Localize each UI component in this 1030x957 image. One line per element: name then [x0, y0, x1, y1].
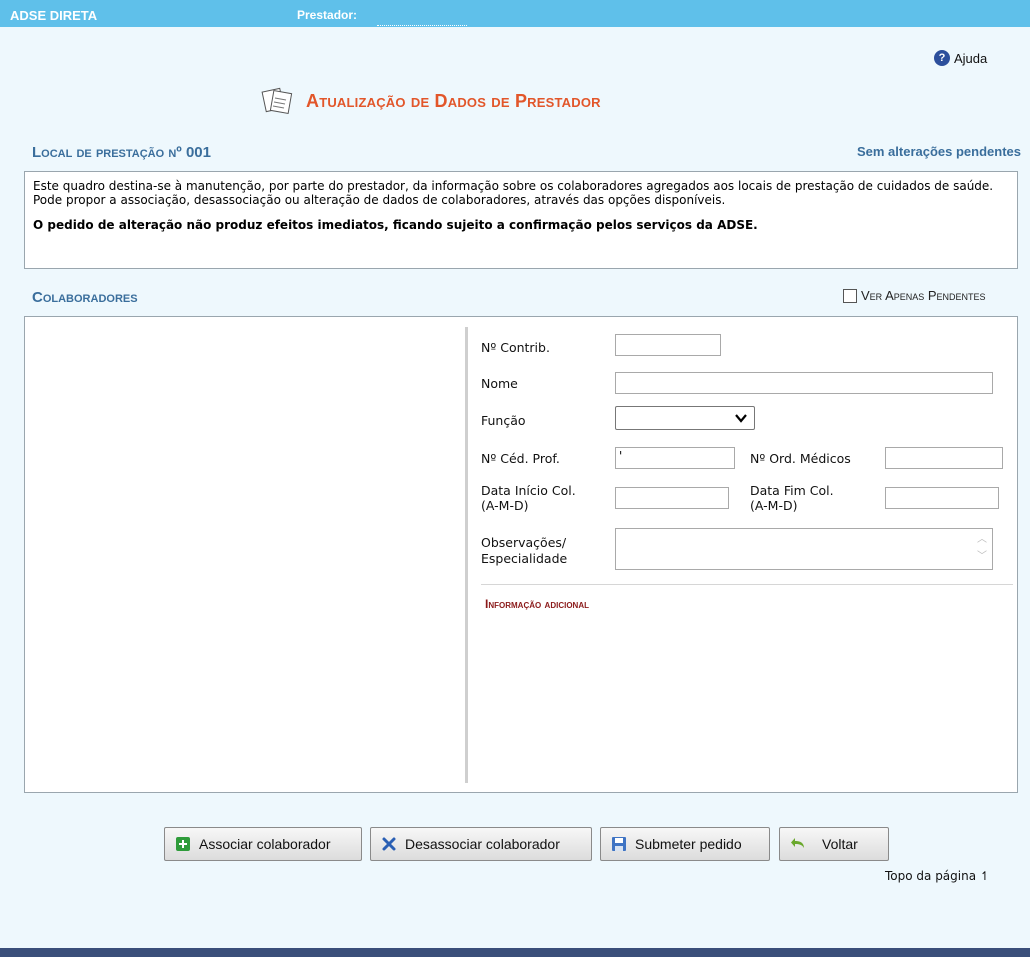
form-divider: [481, 584, 1013, 585]
data-inicio-label: Data Início Col.: [481, 483, 576, 498]
add-icon: [176, 837, 190, 851]
nome-label: Nome: [481, 376, 518, 391]
back-label: Voltar: [822, 836, 858, 852]
data-fim-format: (A-M-D): [750, 498, 798, 513]
obs-label-2: Especialidade: [481, 551, 568, 566]
ced-prof-input[interactable]: ': [615, 447, 735, 469]
back-arrow-icon: [791, 838, 804, 848]
pending-status: Sem alterações pendentes: [856, 144, 1021, 159]
submit-button[interactable]: Submeter pedido: [600, 827, 770, 861]
info-warning: O pedido de alteração não produz efeitos…: [33, 218, 758, 232]
funcao-select[interactable]: [615, 406, 755, 430]
up-arrow-icon: ↿: [979, 869, 990, 883]
x-icon: [382, 837, 396, 851]
data-inicio-input[interactable]: [615, 487, 729, 509]
help-icon: ?: [934, 50, 950, 66]
contrib-label: Nº Contrib.: [481, 340, 550, 355]
top-of-page-label: Topo da página: [885, 869, 977, 883]
back-button[interactable]: Voltar: [779, 827, 889, 861]
obs-textarea[interactable]: ︿ ﹀: [615, 528, 993, 570]
prestador-value: [377, 17, 467, 26]
info-box: Este quadro destina-se à manutenção, por…: [24, 171, 1018, 269]
floppy-disk-icon: [612, 837, 626, 851]
info-text: Este quadro destina-se à manutenção, por…: [33, 179, 994, 207]
funcao-label: Função: [481, 413, 526, 428]
ord-medicos-label: Nº Ord. Médicos: [750, 451, 851, 466]
brand-label: ADSE DIRETA: [10, 8, 98, 23]
textarea-scrollbar[interactable]: ︿ ﹀: [974, 531, 990, 567]
colaboradores-heading: Colaboradores: [32, 289, 138, 306]
chevron-down-icon: [735, 414, 747, 423]
help-label: Ajuda: [954, 50, 988, 66]
disassociate-label: Desassociar colaborador: [405, 836, 560, 852]
prestador-label: Prestador:: [297, 8, 358, 22]
data-fim-input[interactable]: [885, 487, 999, 509]
data-inicio-format: (A-M-D): [481, 498, 529, 513]
pending-filter[interactable]: Ver Apenas Pendentes: [843, 288, 986, 303]
data-fim-label: Data Fim Col.: [750, 483, 834, 498]
colaboradores-list: [25, 317, 463, 792]
local-heading: Local de prestação nº 001: [32, 144, 211, 161]
submit-label: Submeter pedido: [635, 836, 742, 852]
top-bar: ADSE DIRETA Prestador:: [0, 0, 1030, 27]
panel-divider: [465, 327, 468, 783]
documents-icon: [261, 87, 293, 114]
ord-medicos-input[interactable]: [885, 447, 1003, 469]
obs-label-1: Observações/: [481, 535, 567, 550]
associate-button[interactable]: Associar colaborador: [164, 827, 362, 861]
disassociate-button[interactable]: Desassociar colaborador: [370, 827, 592, 861]
page-title: Atualização de Dados de Prestador: [306, 90, 601, 111]
additional-info-heading: Informação adicional: [485, 597, 589, 611]
top-of-page-link[interactable]: Topo da página ↿: [885, 869, 990, 883]
associate-label: Associar colaborador: [199, 836, 331, 852]
ced-prof-value: ': [619, 449, 623, 463]
help-link[interactable]: ? Ajuda: [934, 50, 987, 66]
colaboradores-panel: Nº Contrib. Nome Função Nº Céd. Prof. ' …: [24, 316, 1018, 793]
nome-input[interactable]: [615, 372, 993, 394]
ced-prof-label: Nº Céd. Prof.: [481, 451, 560, 466]
bottom-bar: [0, 948, 1030, 957]
pending-filter-label: Ver Apenas Pendentes: [861, 288, 986, 303]
contrib-input[interactable]: [615, 334, 721, 356]
pending-filter-checkbox[interactable]: [843, 288, 857, 303]
page-title-wrap: Atualização de Dados de Prestador: [258, 86, 601, 116]
